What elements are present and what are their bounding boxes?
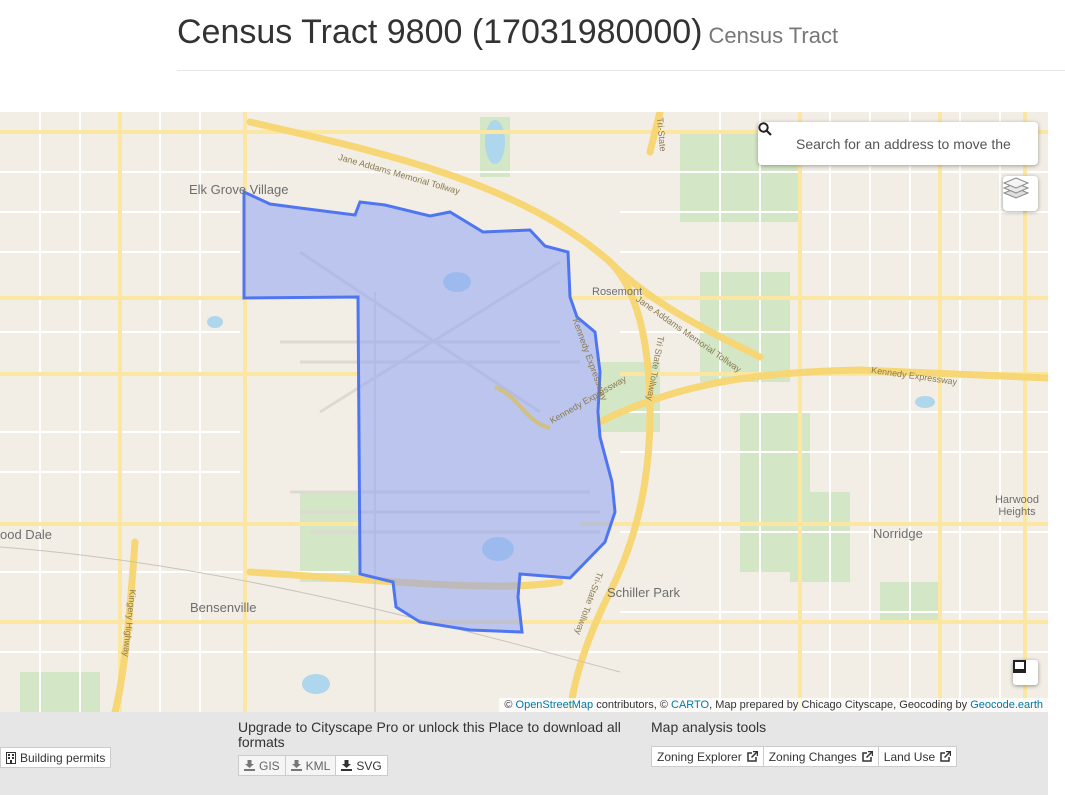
label-schiller-park: Schiller Park bbox=[607, 585, 680, 600]
download-gis-button[interactable]: GIS bbox=[238, 755, 286, 776]
download-icon bbox=[244, 760, 255, 771]
page-header: Census Tract 9800 (17031980000) Census Tr… bbox=[177, 10, 1065, 71]
map-attribution: © OpenStreetMap contributors, © CARTO, M… bbox=[499, 698, 1048, 712]
page-subtitle: Census Tract bbox=[708, 23, 839, 48]
attrib-contributors: contributors, © bbox=[596, 699, 668, 711]
download-kml-button[interactable]: KML bbox=[284, 755, 337, 776]
download-icon bbox=[290, 760, 302, 771]
zoning-explorer-button[interactable]: Zoning Explorer bbox=[651, 746, 764, 767]
label-wood-dale: ood Dale bbox=[0, 527, 53, 542]
download-button-group: GIS KML SVG bbox=[238, 755, 638, 776]
label-rosemont: Rosemont bbox=[592, 286, 643, 298]
building-permits-section: Building permits bbox=[0, 747, 112, 769]
building-icon bbox=[6, 751, 16, 764]
map-viewport[interactable]: Elk Grove Village Rosemont ood Dale Bens… bbox=[0, 112, 1048, 712]
external-link-icon bbox=[862, 751, 873, 762]
page-title: Census Tract 9800 (17031980000) Census Tr… bbox=[177, 10, 1065, 58]
attrib-copyright: © bbox=[504, 699, 513, 711]
label-norridge: Norridge bbox=[873, 526, 923, 541]
attrib-prepared: , Map prepared by Chicago Cityscape, Geo… bbox=[709, 699, 968, 711]
zoning-changes-button[interactable]: Zoning Changes bbox=[762, 746, 879, 767]
download-section: Upgrade to Cityscape Pro or unlock this … bbox=[238, 720, 638, 776]
map-footer: Building permits Upgrade to Cityscape Pr… bbox=[0, 712, 1048, 795]
gis-label: GIS bbox=[259, 758, 280, 773]
label-elk-grove-village: Elk Grove Village bbox=[189, 182, 289, 197]
download-svg-button[interactable]: SVG bbox=[335, 755, 388, 776]
download-upgrade-text: Upgrade to Cityscape Pro or unlock this … bbox=[238, 719, 621, 750]
kml-label: KML bbox=[305, 758, 331, 773]
layers-button[interactable] bbox=[1003, 176, 1038, 211]
search-input[interactable] bbox=[794, 134, 1028, 153]
map-analysis-title: Map analysis tools bbox=[651, 719, 767, 735]
carto-link[interactable]: CARTO bbox=[671, 699, 709, 711]
building-permits-label: Building permits bbox=[20, 750, 106, 765]
external-link-icon bbox=[746, 751, 758, 762]
building-permits-button[interactable]: Building permits bbox=[0, 747, 112, 768]
analysis-button-group: Zoning Explorer Zoning Changes Land Use bbox=[651, 746, 958, 767]
address-search-box[interactable] bbox=[758, 122, 1038, 165]
svg-label: SVG bbox=[356, 758, 382, 773]
openstreetmap-link[interactable]: OpenStreetMap bbox=[516, 699, 594, 711]
external-link-icon bbox=[940, 751, 952, 762]
land-use-button[interactable]: Land Use bbox=[877, 746, 958, 767]
download-icon bbox=[341, 760, 353, 771]
label-bensenville: Bensenville bbox=[190, 600, 257, 615]
geocode-earth-link[interactable]: Geocode.earth bbox=[970, 699, 1043, 711]
map-canvas bbox=[0, 112, 1048, 712]
label-harwood-heights: Harwood Heights bbox=[994, 494, 1040, 518]
fullscreen-button[interactable] bbox=[1013, 660, 1038, 685]
land-use-label: Land Use bbox=[883, 749, 936, 764]
zoning-explorer-label: Zoning Explorer bbox=[657, 749, 742, 764]
map-analysis-section: Map analysis tools Zoning Explorer Zonin… bbox=[651, 719, 958, 767]
zoning-changes-label: Zoning Changes bbox=[768, 749, 857, 764]
title-text: Census Tract 9800 (17031980000) bbox=[177, 13, 703, 51]
